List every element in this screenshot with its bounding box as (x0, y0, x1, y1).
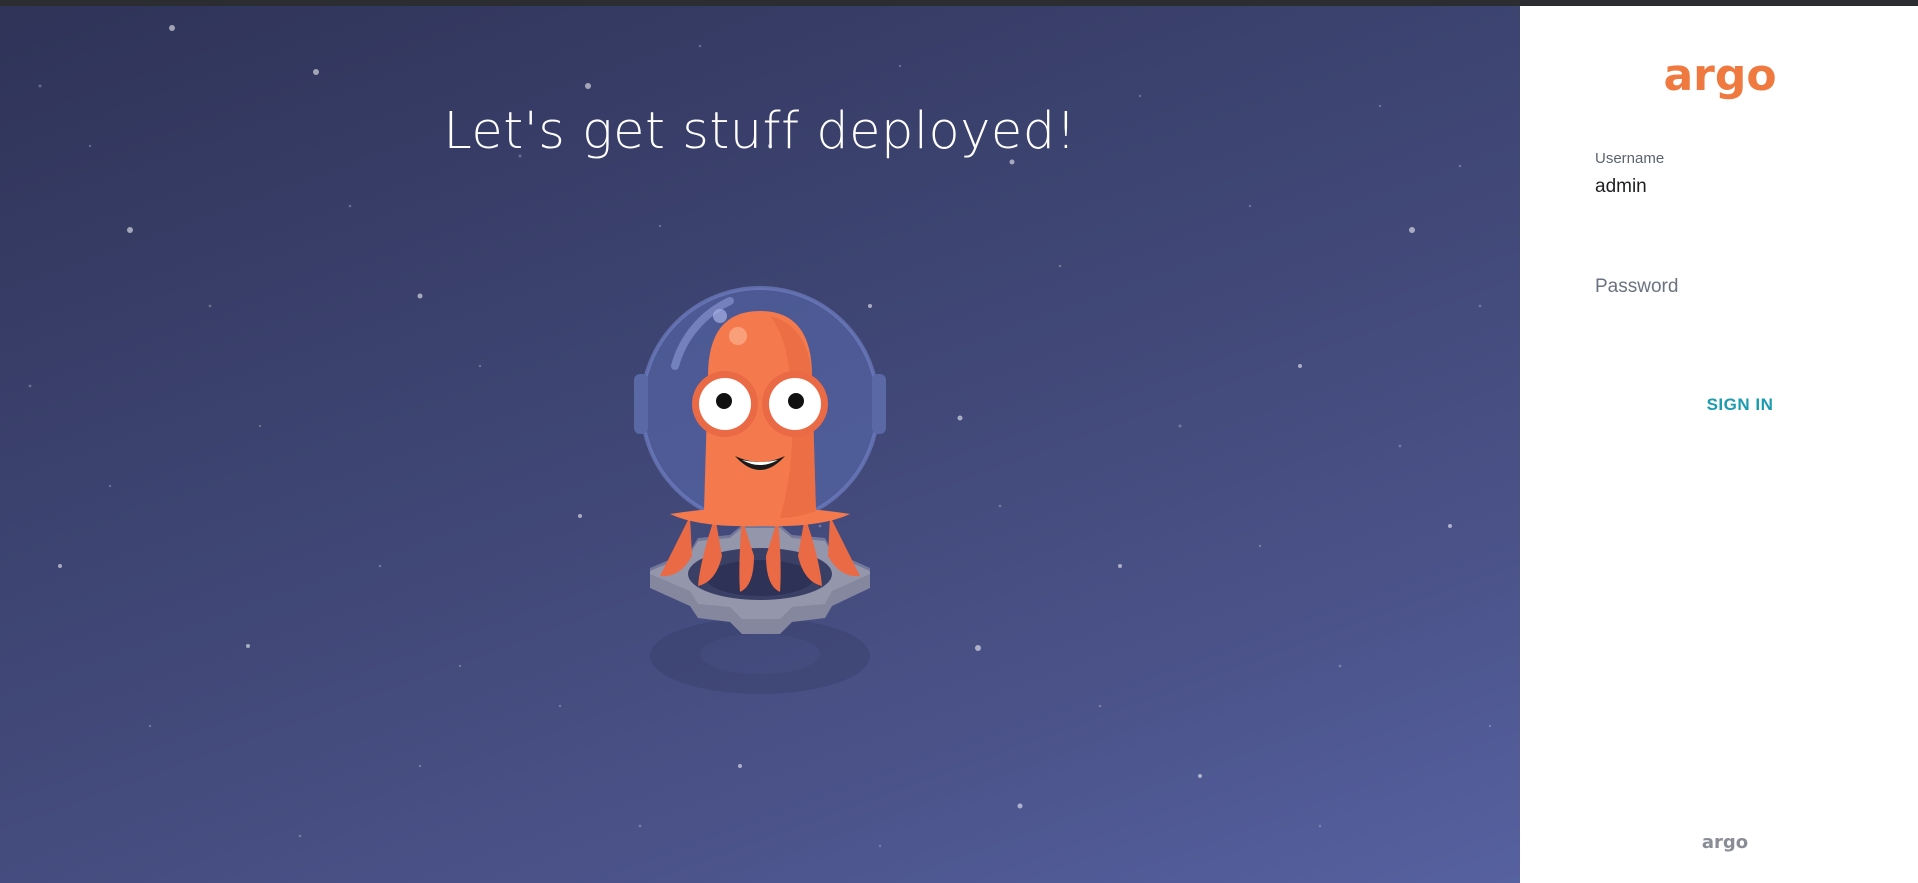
password-input[interactable] (1595, 276, 1865, 298)
username-input[interactable] (1595, 176, 1865, 198)
login-panel: argo Username SIGN IN argo (1520, 6, 1918, 883)
argo-footer-logo-text: argo (1702, 832, 1748, 853)
argo-logo: argo (1663, 54, 1776, 101)
argo-footer-logo: argo (1702, 832, 1748, 853)
hero-background: Let's get stuff deployed! (0, 6, 1520, 883)
hero-headline: Let's get stuff deployed! (443, 102, 1077, 161)
sign-in-button[interactable]: SIGN IN (1640, 394, 1840, 416)
username-label: Username (1595, 150, 1665, 167)
argo-logo-text: argo (1663, 54, 1776, 101)
argo-octopus-mascot-illustration (634, 286, 886, 694)
